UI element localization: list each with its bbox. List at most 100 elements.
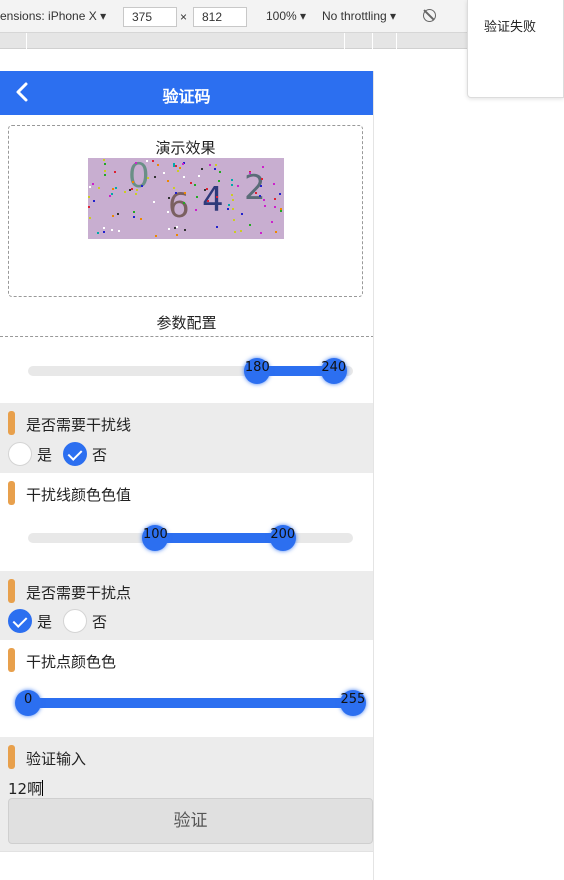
captcha-noise-dot [157, 164, 159, 166]
line-yes-radio[interactable] [8, 442, 32, 466]
captcha-noise-dot [259, 195, 261, 197]
line-no-radio[interactable] [63, 442, 87, 466]
slider-low-label: 0 [24, 692, 33, 707]
captcha-noise-dot [271, 221, 273, 223]
captcha-noise-dot [103, 159, 105, 161]
dot-no-radio[interactable] [63, 609, 87, 633]
captcha-noise-dot [240, 230, 242, 232]
line-no-label: 否 [92, 446, 108, 464]
captcha-noise-dot [104, 170, 106, 172]
section-label: 干扰点颜色色 [26, 653, 117, 671]
slider-high-label: 240 [321, 360, 347, 375]
verify-button[interactable]: 验证 [8, 798, 373, 844]
captcha-noise-dot [195, 209, 197, 211]
demo-title: 演示效果 [155, 139, 216, 157]
captcha-noise-dot [89, 217, 91, 219]
captcha-noise-dot [141, 185, 143, 187]
device-select[interactable]: ensions: iPhone X ▾ [0, 9, 106, 23]
captcha-noise-dot [190, 182, 192, 184]
captcha-noise-dot [135, 193, 137, 195]
bg-color-slider[interactable]: 180 240 [28, 358, 353, 384]
captcha-noise-dot [115, 187, 117, 189]
accent-bar [8, 411, 15, 435]
captcha-noise-dot [132, 181, 134, 183]
captcha-noise-dot [135, 162, 137, 164]
captcha-noise-dot [264, 205, 266, 207]
captcha-noise-dot [255, 192, 257, 194]
captcha-char: 6 [168, 186, 190, 226]
captcha-noise-dot [279, 193, 281, 195]
line-toggle-section: 是否需要干扰线 是 否 [0, 403, 373, 473]
dot-toggle-section: 是否需要干扰点 是 否 [0, 571, 373, 640]
captcha-noise-dot [88, 206, 90, 208]
slider-range-fill [28, 698, 353, 708]
captcha-noise-dot [214, 168, 216, 170]
zoom-select[interactable]: 100% ▾ [266, 9, 306, 23]
captcha-noise-dot [206, 188, 208, 190]
text-caret [42, 780, 44, 796]
captcha-noise-dot [275, 231, 277, 233]
captcha-noise-dot [131, 188, 133, 190]
slider-high-label: 200 [270, 527, 296, 542]
captcha-noise-dot [155, 235, 157, 237]
captcha-noise-dot [262, 166, 264, 168]
captcha-noise-dot [218, 180, 220, 182]
slider-range-fill [155, 533, 283, 543]
dot-color-slider[interactable]: 0 255 [15, 690, 366, 716]
captcha-noise-dot [233, 219, 235, 221]
captcha-noise-dot [175, 192, 177, 194]
throttling-select[interactable]: No throttling ▾ [322, 9, 396, 23]
captcha-noise-dot [104, 174, 106, 176]
captcha-noise-dot [146, 160, 148, 162]
captcha-noise-dot [88, 196, 90, 198]
params-title: 参数配置 [156, 314, 217, 332]
height-input[interactable]: 812 [193, 7, 247, 27]
captcha-noise-dot [104, 163, 106, 165]
captcha-noise-dot [133, 216, 135, 218]
slider-low-label: 100 [142, 527, 168, 542]
captcha-noise-dot [261, 178, 263, 180]
captcha-noise-dot [167, 211, 169, 213]
captcha-noise-dot [111, 229, 113, 231]
navbar: 验证码 [0, 71, 373, 115]
line-color-slider[interactable]: 100 200 [28, 525, 353, 551]
captcha-noise-dot [274, 206, 276, 208]
captcha-noise-dot [249, 224, 251, 226]
captcha-noise-dot [97, 232, 99, 234]
bottom-divider [0, 851, 373, 852]
captcha-noise-dot [237, 185, 239, 187]
captcha-noise-dot [182, 163, 184, 165]
captcha-noise-dot [98, 187, 100, 189]
phone-viewport: 验证码 演示效果 0 6 4 2 参数配置 180 240 是否需要干扰线 是 … [0, 71, 374, 880]
line-color-section: 干扰线颜色色值 100 200 [0, 473, 373, 571]
section-label: 是否需要干扰线 [26, 416, 132, 434]
captcha-noise-dot [92, 183, 94, 185]
captcha-noise-dot [112, 215, 114, 217]
dot-yes-label: 是 [37, 613, 53, 631]
dot-yes-radio[interactable] [8, 609, 32, 633]
captcha-noise-dot [219, 171, 221, 173]
captcha-noise-dot [177, 170, 179, 172]
captcha-noise-dot [207, 200, 209, 202]
captcha-char: 4 [202, 180, 224, 220]
captcha-noise-dot [168, 197, 170, 199]
params-divider [0, 336, 373, 337]
verify-input[interactable]: 12啊 [8, 778, 44, 799]
section-label: 干扰线颜色色值 [26, 486, 132, 504]
captcha-noise-dot [176, 234, 178, 236]
captcha-noise-dot [175, 165, 177, 167]
captcha-noise-dot [133, 211, 135, 213]
captcha-noise-dot [103, 231, 105, 233]
captcha-noise-dot [124, 191, 126, 193]
slider-low-label: 180 [244, 360, 270, 375]
width-input[interactable]: 375 [123, 7, 177, 27]
accent-bar [8, 579, 15, 603]
captcha-image[interactable]: 0 6 4 2 [88, 158, 284, 239]
captcha-noise-dot [209, 164, 211, 166]
captcha-noise-dot [167, 180, 169, 182]
captcha-noise-dot [231, 184, 233, 186]
captcha-noise-dot [216, 196, 218, 198]
captcha-noise-dot [232, 199, 234, 201]
rotate-icon[interactable] [423, 9, 436, 22]
captcha-noise-dot [154, 176, 156, 178]
